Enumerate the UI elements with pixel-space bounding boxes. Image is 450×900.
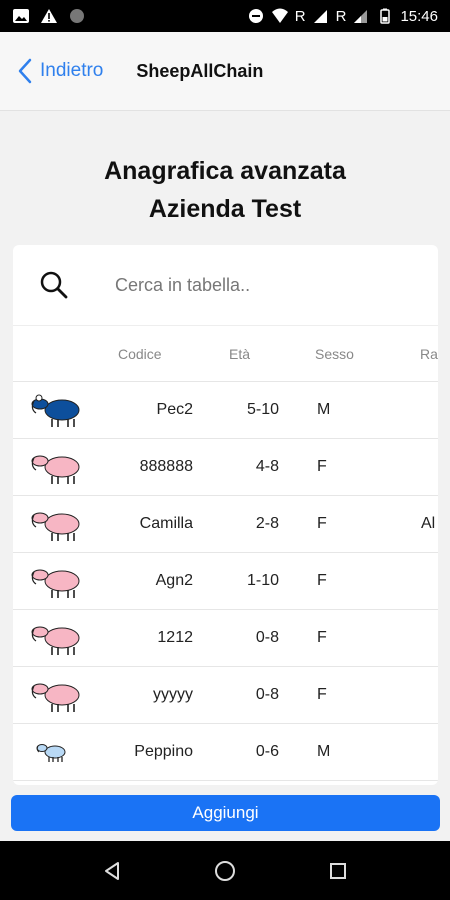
status-bar: R R 15:46 xyxy=(0,0,450,32)
cell-sex: F xyxy=(317,686,327,703)
cell-age: 0-8 xyxy=(255,686,279,703)
network-roaming-label: R xyxy=(294,7,306,25)
table-row[interactable]: Camilla 2-8 F Al xyxy=(13,496,438,553)
column-header-age[interactable]: Età xyxy=(229,326,250,381)
cell-code: Camilla xyxy=(139,515,193,532)
do-not-disturb-icon xyxy=(248,9,263,23)
sheep-blue-icon xyxy=(31,394,80,427)
table-row[interactable]: Pec2 5-10 M xyxy=(13,382,438,439)
warning-icon xyxy=(41,9,57,23)
cell-breed: Al xyxy=(421,515,436,532)
table-row[interactable]: yyyyy 0-8 F xyxy=(13,667,438,724)
column-header-sex[interactable]: Sesso xyxy=(315,326,354,381)
table-row[interactable]: 888888 4-8 F xyxy=(13,439,438,496)
cell-sex: F xyxy=(317,515,327,532)
sheep-pink-icon xyxy=(31,512,80,541)
page-title: Anagrafica avanzata Azienda Test xyxy=(0,152,450,228)
cell-age: 4-8 xyxy=(255,458,279,475)
clock: 15:46 xyxy=(400,7,438,25)
sheep-pink-icon xyxy=(31,626,80,655)
system-navigation-bar xyxy=(0,841,450,900)
image-notification-icon xyxy=(13,9,29,23)
lamb-blue-icon xyxy=(36,744,66,762)
search-input[interactable] xyxy=(113,273,417,297)
sheep-pink-icon xyxy=(31,455,80,484)
navigation-bar: Indietro SheepAllChain xyxy=(0,32,450,111)
back-label: Indietro xyxy=(40,60,104,81)
cell-code: Pec2 xyxy=(156,401,193,418)
signal-icon-2 xyxy=(354,10,368,23)
home-circle-icon[interactable] xyxy=(213,859,237,883)
cell-sex: M xyxy=(317,743,331,760)
cell-sex: F xyxy=(317,572,327,589)
cell-code: Peppino xyxy=(134,743,193,760)
cell-code: Agn2 xyxy=(155,572,193,589)
network-roaming-label-2: R xyxy=(335,7,347,25)
table-row[interactable]: Peppino 0-6 M xyxy=(13,724,438,781)
recents-square-icon[interactable] xyxy=(327,860,349,882)
wifi-icon xyxy=(271,8,288,23)
cell-code: 888888 xyxy=(139,458,193,475)
cell-sex: F xyxy=(317,458,327,475)
column-header-breed[interactable]: Ra xyxy=(420,326,438,381)
cell-sex: F xyxy=(317,629,327,646)
battery-icon xyxy=(380,8,391,24)
cell-age: 0-6 xyxy=(255,743,279,760)
cell-age: 0-8 xyxy=(255,629,279,646)
table-card: Codice Età Sesso Ra Pec2 5-10 M 888888 4… xyxy=(13,245,438,785)
nav-title: SheepAllChain xyxy=(136,60,264,81)
back-button[interactable]: Indietro xyxy=(0,58,103,84)
sheep-pink-icon xyxy=(31,683,80,712)
cell-age: 5-10 xyxy=(246,401,279,418)
column-header-code[interactable]: Codice xyxy=(118,326,162,381)
table-row[interactable]: Agn2 1-10 F xyxy=(13,553,438,610)
table-header: Codice Età Sesso Ra xyxy=(13,326,438,382)
cell-code: yyyyy xyxy=(153,686,193,703)
chevron-left-icon xyxy=(18,58,32,84)
add-button[interactable]: Aggiungi xyxy=(11,795,440,831)
circle-notification-icon xyxy=(70,9,84,23)
table-row[interactable]: 1212 0-8 F xyxy=(13,610,438,667)
page-title-line1: Anagrafica avanzata xyxy=(104,157,346,185)
search-icon[interactable] xyxy=(34,270,74,300)
cell-sex: M xyxy=(317,401,331,418)
back-triangle-icon[interactable] xyxy=(101,860,123,882)
page-title-line2: Azienda Test xyxy=(148,195,302,223)
cell-age: 2-8 xyxy=(255,515,279,532)
sheep-pink-icon xyxy=(31,569,80,598)
cell-code: 1212 xyxy=(157,629,193,646)
cell-age: 1-10 xyxy=(246,572,279,589)
signal-icon xyxy=(313,10,327,23)
search-bar xyxy=(13,245,438,326)
